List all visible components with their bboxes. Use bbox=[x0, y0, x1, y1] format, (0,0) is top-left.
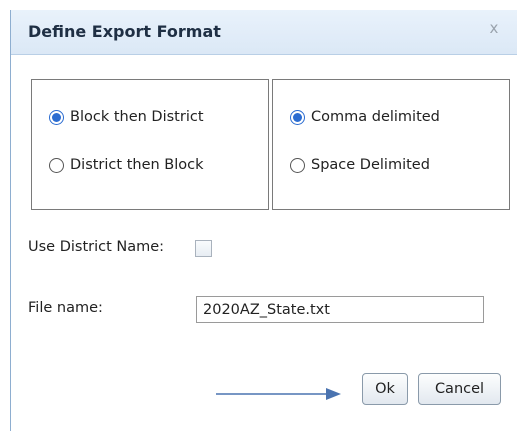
arrow-right-icon bbox=[216, 388, 341, 400]
use-district-name-checkbox[interactable] bbox=[195, 240, 212, 257]
radio-district-then-block[interactable]: District then Block bbox=[49, 154, 204, 176]
radio-space-delimited[interactable]: Space Delimited bbox=[290, 154, 430, 176]
export-format-dialog: Define Export Format x Block then Distri… bbox=[10, 10, 517, 431]
file-name-label: File name: bbox=[28, 300, 103, 316]
file-name-input[interactable] bbox=[196, 296, 484, 323]
radio-label: Space Delimited bbox=[311, 157, 430, 173]
cancel-button[interactable]: Cancel bbox=[418, 373, 501, 405]
dialog-title: Define Export Format bbox=[28, 22, 221, 41]
radio-label: District then Block bbox=[70, 157, 204, 173]
radio-label: Comma delimited bbox=[311, 109, 440, 125]
radio-unselected-icon[interactable] bbox=[290, 157, 305, 173]
ok-button[interactable]: Ok bbox=[362, 373, 408, 405]
order-radio-group: Block then District District then Block bbox=[31, 79, 269, 210]
dialog-titlebar[interactable]: Define Export Format x bbox=[11, 10, 517, 55]
radio-unselected-icon[interactable] bbox=[49, 157, 64, 173]
delimiter-radio-group: Comma delimited Space Delimited bbox=[272, 79, 510, 210]
radio-selected-icon[interactable] bbox=[49, 109, 64, 125]
radio-selected-icon[interactable] bbox=[290, 109, 305, 125]
radio-comma-delimited[interactable]: Comma delimited bbox=[290, 106, 440, 128]
radio-label: Block then District bbox=[70, 109, 204, 125]
close-icon[interactable]: x bbox=[485, 19, 503, 37]
radio-block-then-district[interactable]: Block then District bbox=[49, 106, 204, 128]
use-district-name-label: Use District Name: bbox=[28, 239, 165, 255]
